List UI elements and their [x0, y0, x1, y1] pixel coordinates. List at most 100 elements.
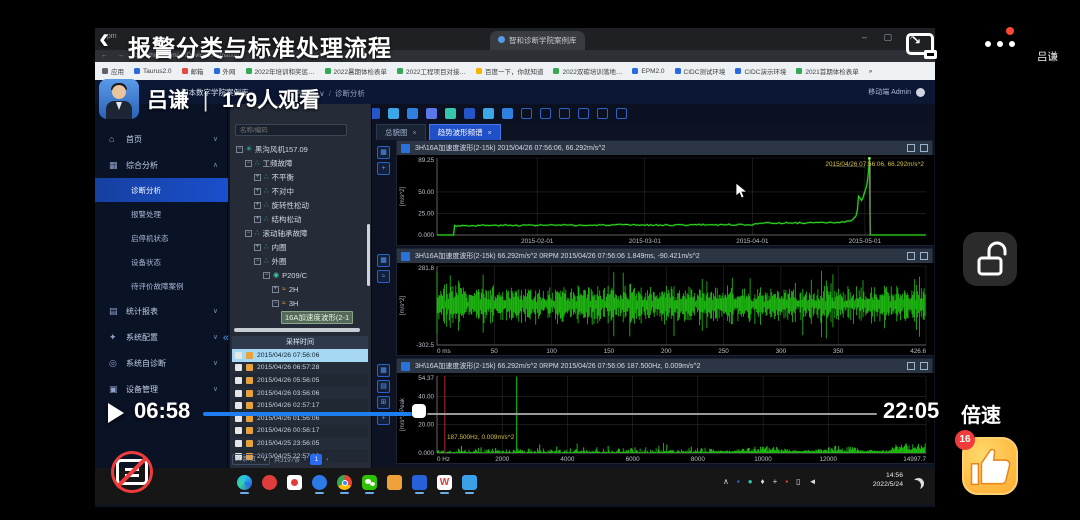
play-button[interactable]: [108, 403, 124, 423]
sidebar-item-诊断分析[interactable]: 诊断分析: [95, 178, 228, 202]
row-checkbox[interactable]: [235, 390, 242, 397]
toolbar-app-icon[interactable]: [407, 108, 418, 119]
chart-tab-趋势波形频谱[interactable]: 趋势波形频谱×: [429, 124, 501, 140]
tree-node[interactable]: +∴不对中: [230, 184, 368, 198]
bookmark-item[interactable]: 邮箱: [182, 66, 204, 76]
chart-tool-icon[interactable]: ≈: [377, 270, 390, 283]
expand-icon[interactable]: +: [272, 286, 279, 293]
tree-node[interactable]: −◉P209/C: [230, 268, 368, 282]
sidebar-item-待评价故障案例[interactable]: 待评价故障案例: [95, 274, 228, 298]
tree-node[interactable]: +∴内圈: [230, 240, 368, 254]
row-checkbox[interactable]: [235, 402, 242, 409]
expand-icon[interactable]: +: [254, 188, 261, 195]
music-app-icon[interactable]: [262, 475, 277, 490]
sidebar-item-综合分析[interactable]: ▦综合分析∧: [95, 152, 228, 178]
browser-tab[interactable]: 智和诊断学院案例库: [490, 31, 585, 50]
edge-browser-icon[interactable]: [237, 475, 252, 490]
toolbar-tool-icon[interactable]: [521, 108, 532, 119]
waveform-chart-plot[interactable]: 281.8-302.50 ms50100150200250300350426.6…: [397, 263, 934, 355]
bookmark-item[interactable]: 外网: [214, 66, 236, 76]
collapse-icon[interactable]: −: [272, 300, 279, 307]
toolbar-tool-icon[interactable]: [597, 108, 608, 119]
sample-row[interactable]: 2015/04/26 07:56:06: [232, 349, 368, 362]
bookmark-item[interactable]: 2021首期体检表单: [796, 66, 858, 76]
tray-phone-icon[interactable]: ▯: [796, 477, 800, 486]
fullscreen-icon[interactable]: [920, 144, 928, 152]
toolbar-tool-icon[interactable]: [540, 108, 551, 119]
unlock-button[interactable]: [963, 232, 1017, 286]
expand-icon[interactable]: [907, 362, 915, 370]
toolbar-app-icon[interactable]: [502, 108, 513, 119]
expand-icon[interactable]: +: [254, 216, 261, 223]
chart-tool-icon[interactable]: ▦: [377, 364, 390, 377]
close-icon[interactable]: ×: [488, 130, 492, 137]
row-checkbox[interactable]: [235, 377, 242, 384]
bookmark-item[interactable]: Taurus2.0: [134, 68, 172, 75]
topbar-user-area[interactable]: 移动端 Admin: [868, 87, 925, 97]
row-checkbox[interactable]: [235, 440, 242, 447]
chrome-icon[interactable]: [337, 475, 352, 490]
mountain-app-icon[interactable]: [462, 475, 477, 490]
toolbar-app-icon[interactable]: [445, 108, 456, 119]
tree-horizontal-scrollbar[interactable]: [234, 328, 360, 332]
tray-touch-icon[interactable]: ◄: [809, 477, 817, 486]
wechat-icon[interactable]: [362, 475, 377, 490]
toolbar-app-icon[interactable]: [426, 108, 437, 119]
sidebar-item-首页[interactable]: ⌂首页∨: [95, 126, 228, 152]
sidebar-item-系统配置[interactable]: ✦系统配置∨: [95, 324, 228, 350]
toolbar-app-icon[interactable]: [388, 108, 399, 119]
row-checkbox[interactable]: [235, 364, 242, 371]
streamer-name[interactable]: 吕谦: [147, 89, 189, 112]
current-page[interactable]: 1: [310, 454, 322, 465]
bookmark-item[interactable]: 百度一下，你就知道: [476, 66, 544, 76]
sample-row[interactable]: 2015/04/26 02:57:17: [232, 399, 368, 412]
row-checkbox[interactable]: [235, 415, 242, 422]
collapse-icon[interactable]: −: [263, 272, 270, 279]
tree-node[interactable]: +≈2H: [230, 282, 368, 296]
expand-icon[interactable]: [907, 252, 915, 260]
bookmark-item[interactable]: EPM2.0: [632, 68, 664, 75]
tree-vertical-scrollbar[interactable]: [367, 224, 370, 286]
tree-node[interactable]: −∴外圈: [230, 254, 368, 268]
night-mode-icon[interactable]: [913, 478, 924, 489]
sidebar-item-统计报表[interactable]: ▤统计报表∨: [95, 298, 228, 324]
bookmark-item[interactable]: 应用: [102, 66, 124, 76]
toolbar-tool-icon[interactable]: [578, 108, 589, 119]
chart-tool-icon[interactable]: ▦: [377, 254, 390, 267]
tray-expand-icon[interactable]: ∧: [723, 477, 729, 486]
progress-handle[interactable]: [412, 404, 426, 418]
sidebar-item-报警处理[interactable]: 报警处理: [95, 202, 228, 226]
bookmark-item[interactable]: CIDC演示环境: [735, 66, 786, 76]
qq-browser-icon[interactable]: [312, 475, 327, 490]
tray-plus-icon[interactable]: +: [773, 477, 778, 486]
chart-tab-总貌图[interactable]: 总貌图×: [376, 124, 426, 140]
tree-node[interactable]: +∴不平衡: [230, 170, 368, 184]
chart-tool-icon[interactable]: ▦: [377, 146, 390, 159]
tray-app2-icon[interactable]: ●: [748, 477, 753, 486]
taskbar-clock[interactable]: 14:56 2022/5/24: [855, 472, 903, 489]
collapse-icon[interactable]: −: [245, 230, 252, 237]
sidebar-item-设备状态[interactable]: 设备状态: [95, 250, 228, 274]
sample-row[interactable]: 2015/04/26 00:56:17: [232, 425, 368, 438]
back-button[interactable]: ‹: [99, 22, 109, 56]
sidebar-collapse-icon[interactable]: «: [223, 332, 229, 344]
streamer-avatar[interactable]: [99, 79, 139, 119]
folder-app-icon[interactable]: [387, 475, 402, 490]
page-size-select[interactable]: 50条/页∨: [232, 454, 270, 465]
expand-icon[interactable]: +: [254, 244, 261, 251]
more-menu-button[interactable]: [985, 41, 1015, 47]
sample-row[interactable]: 2015/04/25 23:56:05: [232, 437, 368, 450]
tree-node[interactable]: −∴工频故障: [230, 156, 368, 170]
tray-app1-icon[interactable]: ▪: [737, 477, 740, 486]
bookmark-item[interactable]: »: [869, 68, 873, 75]
mini-window-icon[interactable]: ↘: [906, 33, 934, 55]
sidebar-item-启停机状态[interactable]: 启停机状态: [95, 226, 228, 250]
toolbar-app-icon[interactable]: [464, 108, 475, 119]
progress-bar-played[interactable]: [203, 412, 416, 416]
toolbar-tool-icon[interactable]: [559, 108, 570, 119]
pin-app-icon[interactable]: [287, 475, 302, 490]
collapse-icon[interactable]: −: [254, 258, 261, 265]
tray-mic-icon[interactable]: ♦: [761, 477, 765, 486]
chart-tool-icon[interactable]: ⊞: [377, 396, 390, 409]
bookmark-item[interactable]: 2022暑期体检表单: [325, 66, 387, 76]
